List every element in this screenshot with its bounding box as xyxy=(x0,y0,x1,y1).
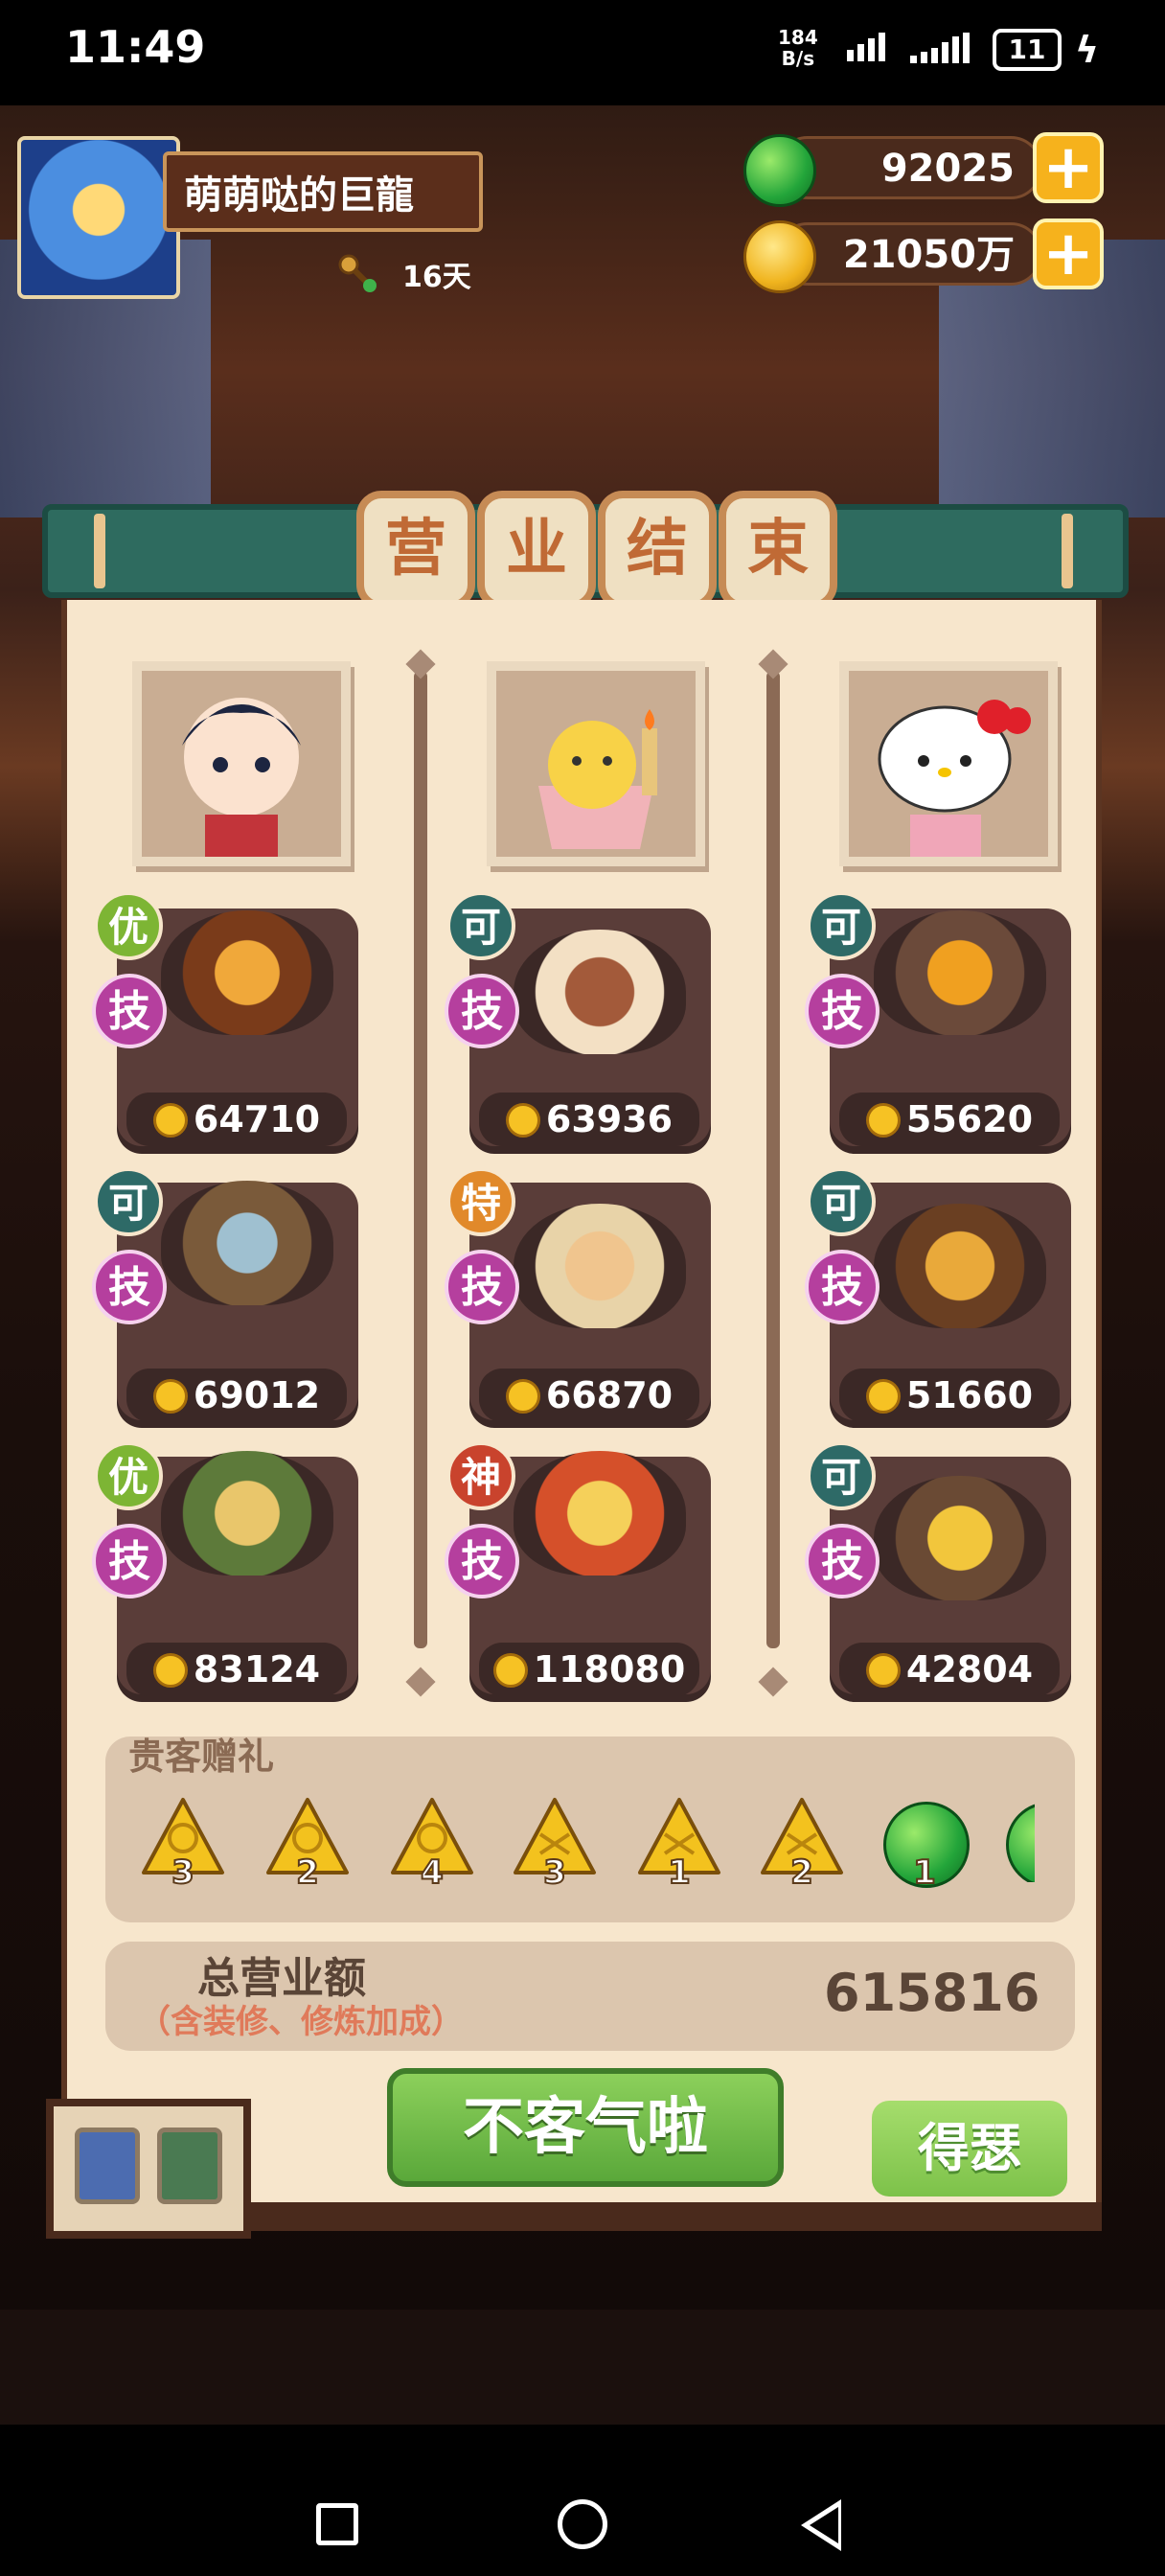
title-char-4: 束 xyxy=(719,491,837,610)
confirm-button[interactable]: 不客气啦 xyxy=(387,2068,784,2187)
add-coins-button[interactable]: + xyxy=(1033,218,1104,289)
skill-badge[interactable]: 技 xyxy=(805,974,879,1048)
skill-badge[interactable]: 技 xyxy=(445,974,519,1048)
dish-image xyxy=(874,1204,1046,1328)
gift-count: 3 xyxy=(171,1852,195,1893)
banner-pin-right xyxy=(1062,514,1073,588)
grade-badge: 可 xyxy=(807,891,876,960)
coin-icon xyxy=(492,1653,528,1688)
skill-badge[interactable]: 技 xyxy=(445,1524,519,1598)
dish-image xyxy=(514,1204,686,1328)
skill-badge[interactable]: 技 xyxy=(92,1250,167,1324)
banner-pin-left xyxy=(94,514,105,588)
gift-title: 贵客赠礼 xyxy=(128,1736,275,1778)
back-icon[interactable] xyxy=(801,2499,841,2551)
days-count: 16天 xyxy=(402,261,471,294)
dish-price: 64710 xyxy=(126,1092,347,1146)
dish-image xyxy=(874,1476,1046,1600)
coin-icon xyxy=(865,1379,901,1414)
coin-icon xyxy=(865,1103,901,1138)
tool-icon[interactable] xyxy=(75,2128,140,2204)
recent-apps-icon[interactable] xyxy=(316,2503,358,2545)
status-bar: 11:49 184 B/s 11 ϟ xyxy=(0,0,1165,105)
skill-badge[interactable]: 技 xyxy=(92,974,167,1048)
dish-price: 66870 xyxy=(479,1368,699,1422)
column-divider-1 xyxy=(414,671,427,1648)
grade-badge: 可 xyxy=(94,1167,163,1236)
grade-badge: 可 xyxy=(446,891,515,960)
network-speed: 184 B/s xyxy=(778,26,818,70)
skill-badge[interactable]: 技 xyxy=(92,1524,167,1598)
coin-icon xyxy=(152,1653,188,1688)
clock: 11:49 xyxy=(65,21,206,73)
grade-badge: 可 xyxy=(807,1167,876,1236)
dish-price: 51660 xyxy=(839,1368,1060,1422)
gift-count: 2 xyxy=(789,1852,814,1893)
coin-icon xyxy=(505,1103,540,1138)
coin-icon xyxy=(152,1379,188,1414)
gift-count: 3 xyxy=(542,1852,567,1893)
dish-image xyxy=(161,910,333,1035)
player-avatar[interactable] xyxy=(17,136,180,299)
gift-count: 1 xyxy=(667,1852,692,1893)
dish-price: 83124 xyxy=(126,1643,347,1696)
total-sublabel: （含装修、修炼加成） xyxy=(138,2003,464,2041)
grade-badge: 优 xyxy=(94,891,163,960)
dish-image xyxy=(874,910,1046,1035)
battery-icon: 11 xyxy=(993,29,1062,71)
column-divider-2 xyxy=(766,671,780,1648)
gift-overflow-item xyxy=(1006,1802,1035,1882)
charging-icon: ϟ xyxy=(1075,29,1100,71)
player-name: 萌萌哒的巨龍 xyxy=(163,151,483,232)
gift-count: 2 xyxy=(295,1852,320,1893)
signal-icon xyxy=(847,33,885,61)
title-char-1: 营 xyxy=(356,491,475,610)
dish-image xyxy=(161,1451,333,1576)
grade-badge: 神 xyxy=(446,1441,515,1510)
dish-price: 55620 xyxy=(839,1092,1060,1146)
home-icon[interactable] xyxy=(558,2499,607,2549)
coin-icon xyxy=(152,1103,188,1138)
dish-image xyxy=(514,1451,686,1576)
dish-price: 63936 xyxy=(479,1092,699,1146)
coin-icon xyxy=(865,1653,901,1688)
chef-portrait-2[interactable] xyxy=(487,661,705,866)
chef-portrait-3[interactable] xyxy=(839,661,1058,866)
skill-badge[interactable]: 技 xyxy=(445,1250,519,1324)
dish-price: 42804 xyxy=(839,1643,1060,1696)
grade-badge: 优 xyxy=(94,1441,163,1510)
share-button[interactable]: 得瑟 xyxy=(872,2101,1067,2196)
gift-count: 1 xyxy=(912,1852,937,1893)
dish-price: 69012 xyxy=(126,1368,347,1422)
dish-image xyxy=(161,1181,333,1305)
title-char-3: 结 xyxy=(598,491,717,610)
dish-image xyxy=(514,930,686,1054)
skill-badge[interactable]: 技 xyxy=(805,1524,879,1598)
skill-badge[interactable]: 技 xyxy=(805,1250,879,1324)
key-icon xyxy=(335,251,379,295)
tool-icon[interactable] xyxy=(157,2128,222,2204)
total-value: 615816 xyxy=(824,1963,1040,2023)
gift-count: 4 xyxy=(420,1852,445,1893)
coin-icon xyxy=(743,220,816,293)
floor-strip xyxy=(0,2310,1165,2425)
dish-price: 118080 xyxy=(479,1643,699,1696)
coin-icon xyxy=(505,1379,540,1414)
grade-badge: 特 xyxy=(446,1167,515,1236)
title-char-2: 业 xyxy=(477,491,596,610)
add-jade-button[interactable]: + xyxy=(1033,132,1104,203)
jade-icon xyxy=(743,134,816,207)
chef-portrait-1[interactable] xyxy=(132,661,351,866)
signal-icon-2 xyxy=(910,33,970,63)
grade-badge: 可 xyxy=(807,1441,876,1510)
